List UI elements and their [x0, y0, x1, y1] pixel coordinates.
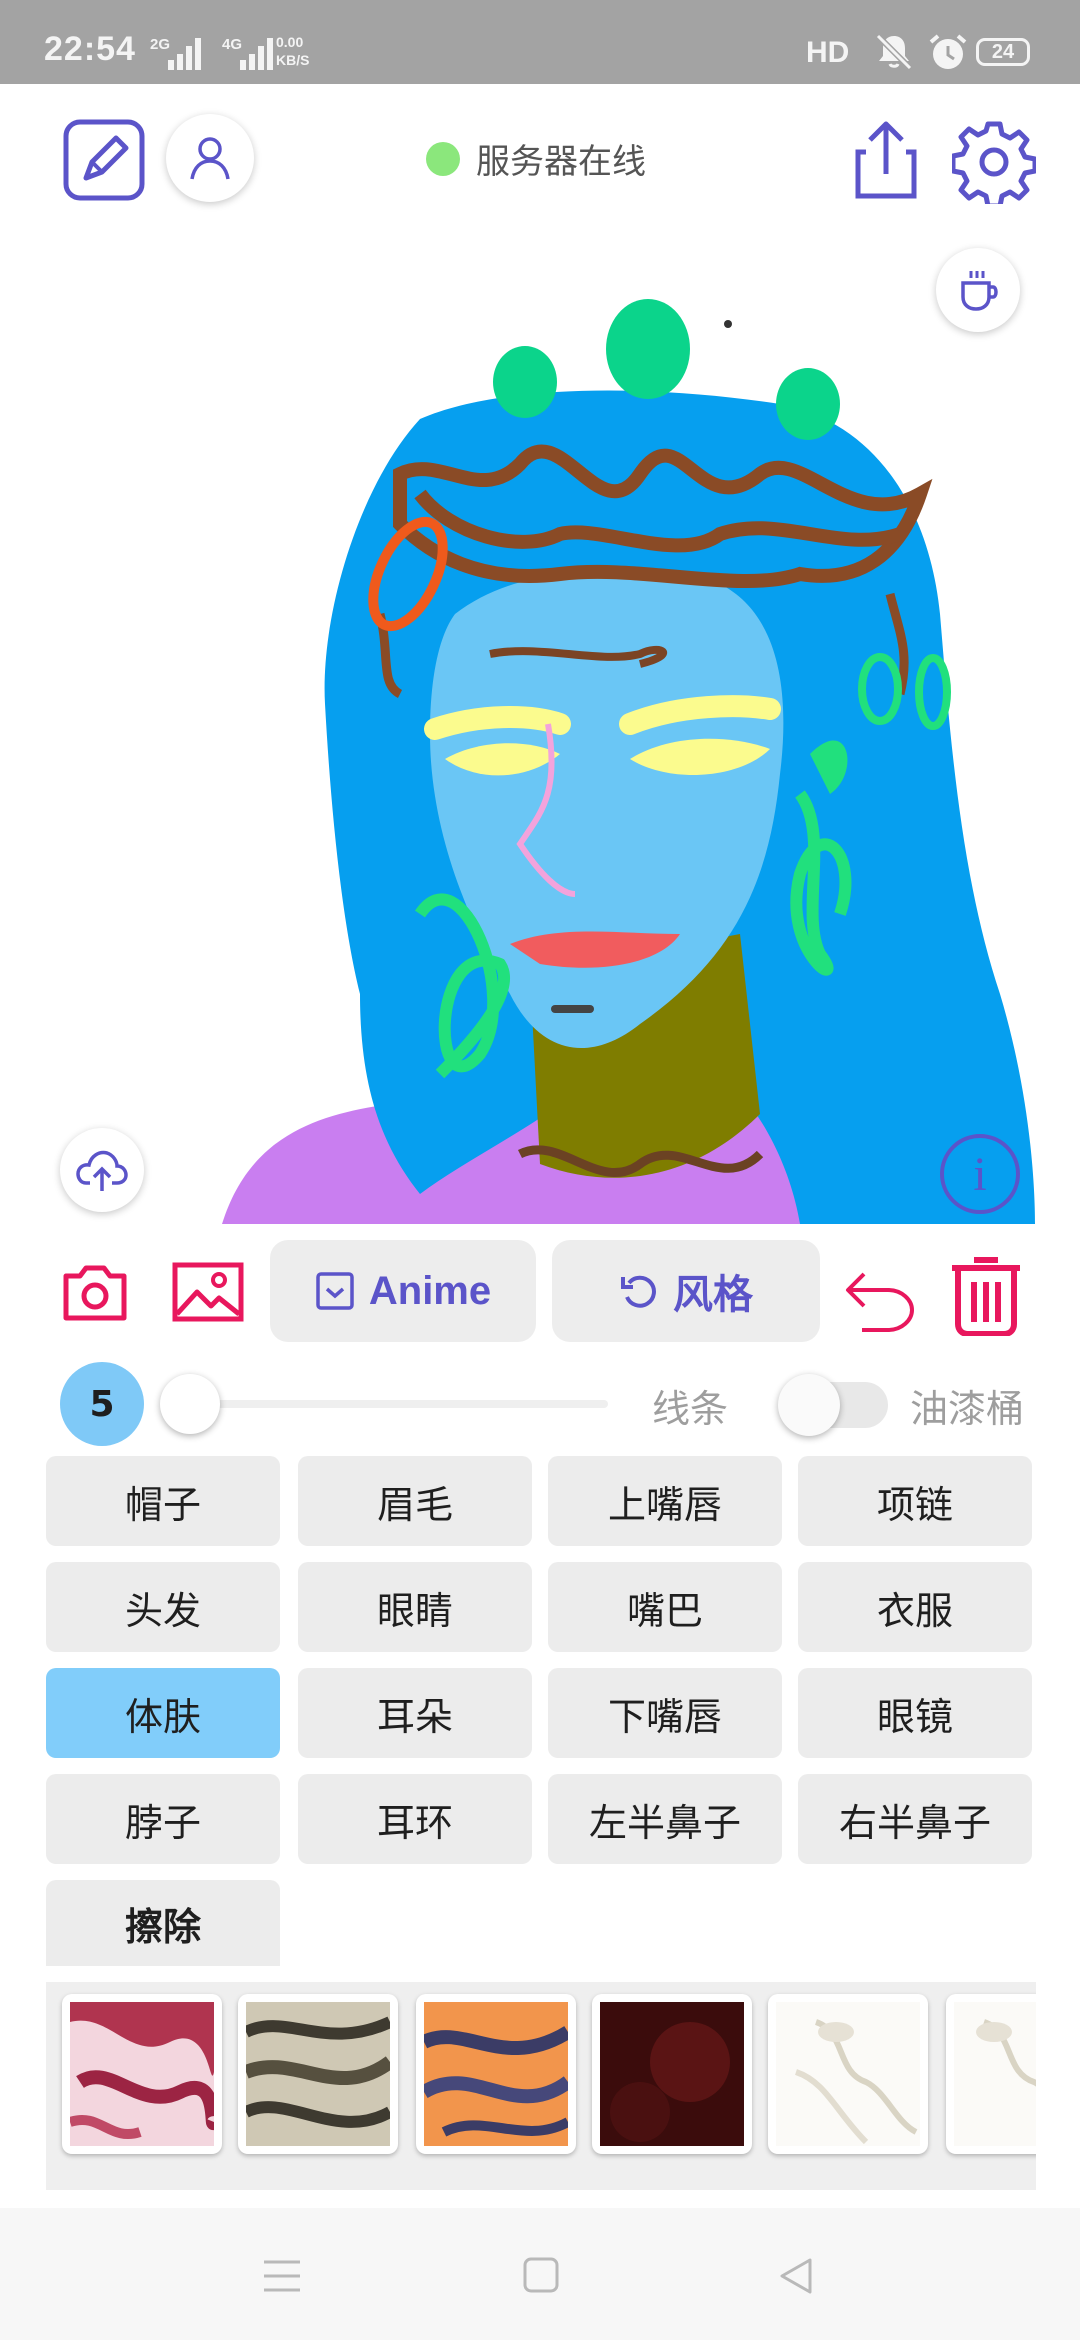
- drawing-canvas[interactable]: i: [0, 234, 1080, 1224]
- server-status: 服务器在线: [426, 134, 646, 183]
- anime-button[interactable]: Anime: [270, 1240, 536, 1342]
- label-button[interactable]: 衣服: [798, 1562, 1032, 1652]
- erase-button[interactable]: 擦除: [46, 1880, 280, 1966]
- edit-icon[interactable]: [62, 118, 146, 206]
- style-thumbnail[interactable]: [946, 1994, 1036, 2154]
- speed-value: 0.00: [276, 34, 304, 50]
- label-button[interactable]: 头发: [46, 1562, 280, 1652]
- label-button[interactable]: 嘴巴: [548, 1562, 782, 1652]
- upload-cloud-icon: [76, 1150, 128, 1191]
- share-icon[interactable]: [846, 118, 926, 206]
- label-button[interactable]: 脖子: [46, 1774, 280, 1864]
- camera-icon[interactable]: [62, 1262, 128, 1326]
- style-thumbnail[interactable]: [768, 1994, 928, 2154]
- coffee-cup-icon: [961, 271, 998, 311]
- label-button[interactable]: 耳朵: [298, 1668, 532, 1758]
- trash-icon[interactable]: [948, 1252, 1024, 1340]
- style-thumbnail[interactable]: [592, 1994, 752, 2154]
- alarm-icon: [926, 30, 970, 78]
- sim2-network-label: 4G: [222, 36, 243, 53]
- label-button[interactable]: 上嘴唇: [548, 1456, 782, 1546]
- brush-settings: 5 线条 油漆桶: [0, 1360, 1080, 1446]
- label-button[interactable]: 项链: [798, 1456, 1032, 1546]
- settings-icon[interactable]: [950, 120, 1038, 209]
- coffee-button[interactable]: [936, 248, 1020, 332]
- lines-label: 线条: [652, 1387, 729, 1431]
- battery-icon: 24: [976, 38, 1030, 66]
- signal-icon: [240, 36, 273, 70]
- label-button[interactable]: 下嘴唇: [548, 1668, 782, 1758]
- style-thumbnail[interactable]: [238, 1994, 398, 2154]
- sim1-network-label: 2G: [150, 36, 171, 53]
- status-time: 22:54: [44, 30, 136, 68]
- brush-size-track[interactable]: [190, 1400, 608, 1408]
- status-bar: 22:54 2G 4G 0.00 KB/S HD 24: [0, 0, 1080, 84]
- top-bar: 服务器在线: [0, 84, 1080, 234]
- label-button[interactable]: 眼睛: [298, 1562, 532, 1652]
- user-icon: [190, 137, 230, 180]
- tool-row: Anime 风格: [0, 1238, 1080, 1348]
- brush-size-slider-thumb[interactable]: [160, 1374, 220, 1434]
- checkbox-icon: [316, 1272, 354, 1310]
- mute-icon: [872, 30, 916, 78]
- style-thumbnail[interactable]: [62, 1994, 222, 2154]
- refresh-icon: [621, 1275, 656, 1308]
- brush-size-value: 5: [60, 1362, 144, 1446]
- label-button[interactable]: 眉毛: [298, 1456, 532, 1546]
- label-button[interactable]: 耳环: [298, 1774, 532, 1864]
- paint-bucket-switch[interactable]: [778, 1374, 840, 1436]
- anime-label: Anime: [368, 1268, 492, 1313]
- upload-button[interactable]: [60, 1128, 144, 1212]
- undo-icon[interactable]: [842, 1260, 918, 1340]
- label-button[interactable]: 眼镜: [798, 1668, 1032, 1758]
- hd-label: HD: [806, 36, 850, 69]
- menu-icon[interactable]: [262, 2258, 302, 2298]
- label-button-selected[interactable]: 体肤: [46, 1668, 280, 1758]
- svg-text:i: i: [973, 1148, 986, 1201]
- speed-unit: KB/S: [276, 52, 310, 68]
- signal-icon: [168, 36, 201, 70]
- info-icon[interactable]: i: [938, 1132, 1022, 1220]
- image-icon[interactable]: [172, 1262, 244, 1326]
- paint-bucket-label: 油漆桶: [910, 1387, 1025, 1431]
- home-icon[interactable]: [522, 2256, 560, 2298]
- style-thumbnail[interactable]: [416, 1994, 576, 2154]
- navigation-bar: [0, 2208, 1080, 2340]
- style-label: 风格: [673, 1272, 753, 1318]
- status-dot: [426, 141, 460, 176]
- style-thumbnails[interactable]: [46, 1982, 1036, 2190]
- style-button[interactable]: 风格: [552, 1240, 820, 1342]
- profile-button[interactable]: [166, 114, 254, 202]
- label-button[interactable]: 右半鼻子: [798, 1774, 1032, 1864]
- drawing-image: [222, 299, 1035, 1224]
- label-button[interactable]: 左半鼻子: [548, 1774, 782, 1864]
- server-status-label: 服务器在线: [476, 142, 646, 182]
- back-icon[interactable]: [778, 2256, 814, 2300]
- label-button[interactable]: 帽子: [46, 1456, 280, 1546]
